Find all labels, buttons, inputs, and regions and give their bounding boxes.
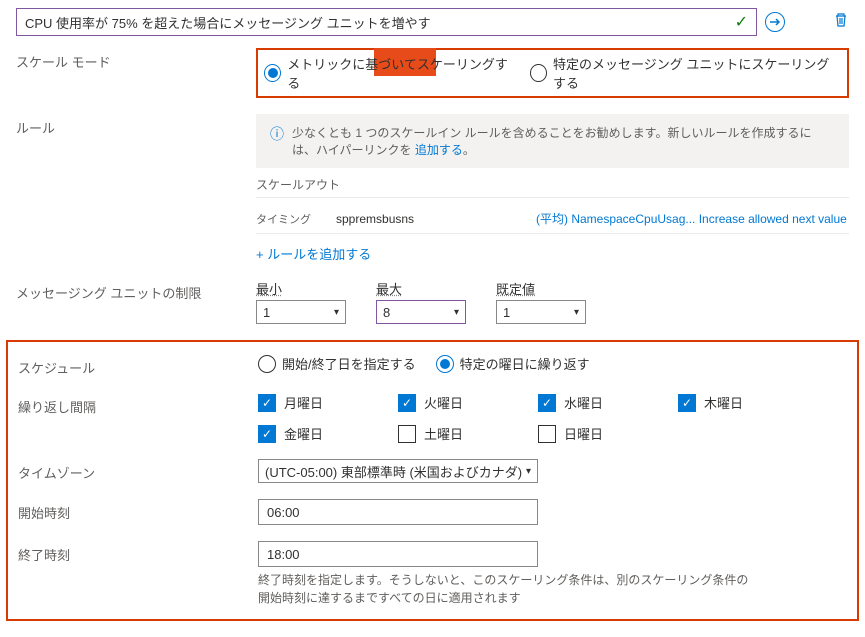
go-button[interactable] (765, 12, 785, 32)
scale-rule-row[interactable]: タイミング sppremsbusns (平均) NamespaceCpuUsag… (256, 204, 849, 234)
timezone-select[interactable]: (UTC-05:00) 東部標準時 (米国およびカナダ)▾ (258, 459, 538, 483)
end-time-input[interactable]: 18:00 (258, 541, 538, 567)
add-rule-link[interactable]: + ルールを追加する (256, 244, 371, 263)
timing-label: タイミング (256, 211, 316, 227)
unit-limits-label: メッセージング ユニットの制限 (16, 279, 256, 302)
check-icon: ✓ (735, 12, 748, 32)
checkbox-thu[interactable]: ✓木曜日 (678, 393, 778, 412)
max-label: 最大 (376, 279, 466, 298)
schedule-label: スケジュール (18, 354, 258, 377)
checkbox-wed[interactable]: ✓水曜日 (538, 393, 638, 412)
end-time-label: 終了時刻 (18, 541, 258, 564)
repeat-label: 繰り返し間隔 (18, 393, 258, 416)
start-time-input[interactable]: 06:00 (258, 499, 538, 525)
max-select[interactable]: 8▾ (376, 300, 466, 324)
add-rule-inline-link[interactable]: 追加する (415, 143, 463, 157)
scale-mode-fixed-radio[interactable]: 特定のメッセージング ユニットにスケーリングする (530, 54, 841, 92)
checkbox-sat[interactable]: 土曜日 (398, 424, 498, 443)
start-time-label: 開始時刻 (18, 499, 258, 522)
rule-namespace: sppremsbusns (336, 212, 516, 226)
info-icon: ⓘ (270, 124, 284, 144)
timezone-label: タイムゾーン (18, 459, 258, 482)
checkbox-mon[interactable]: ✓月曜日 (258, 393, 358, 412)
rule-metric-link[interactable]: (平均) NamespaceCpuUsag... Increase allowe… (536, 210, 849, 227)
scale-mode-metric-radio[interactable]: メトリックに基づいてスケーリングする (264, 54, 510, 92)
schedule-highlight-box: スケジュール 開始/終了日を指定する 特定の曜日に繰り返す 繰り返し間隔 ✓月曜… (6, 340, 859, 621)
default-label: 既定値 (496, 279, 586, 298)
schedule-fixed-radio[interactable]: 開始/終了日を指定する (258, 354, 416, 373)
checkbox-sun[interactable]: 日曜日 (538, 424, 638, 443)
scale-mode-label: スケール モード (16, 48, 256, 71)
scale-out-header: スケールアウト (256, 176, 849, 198)
rules-label: ルール (16, 114, 256, 137)
end-time-helper: 終了時刻を指定します。そうしないと、このスケーリング条件は、別のスケーリング条件… (258, 571, 847, 607)
min-label: 最小 (256, 279, 346, 298)
default-select[interactable]: 1▾ (496, 300, 586, 324)
checkbox-tue[interactable]: ✓火曜日 (398, 393, 498, 412)
rules-info-box: ⓘ 少なくとも 1 つのスケールイン ルールを含めることをお勧めします。新しいル… (256, 114, 849, 168)
condition-name-input[interactable]: CPU 使用率が 75% を超えた場合にメッセージング ユニットを増やす ✓ (16, 8, 757, 36)
min-select[interactable]: 1▾ (256, 300, 346, 324)
checkbox-fri[interactable]: ✓金曜日 (258, 424, 358, 443)
delete-button[interactable] (793, 12, 849, 33)
schedule-repeat-radio[interactable]: 特定の曜日に繰り返す (436, 354, 590, 373)
